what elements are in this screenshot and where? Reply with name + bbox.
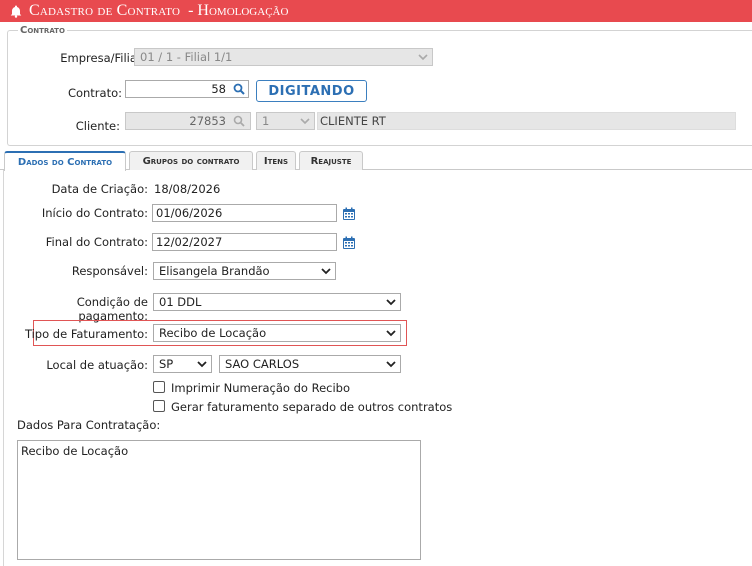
tipo-faturamento-value: Recibo de Locação: [159, 326, 267, 340]
local-label: Local de atuação:: [46, 358, 148, 372]
chevron-down-icon: [386, 330, 396, 337]
cliente-loja-select[interactable]: 1: [256, 112, 315, 130]
fieldset-legend: Contrato: [18, 25, 67, 36]
chevron-down-icon: [321, 268, 331, 275]
condicao-label: Condição de pagamento:: [76, 295, 148, 323]
numeracao-label: Imprimir Numeração do Recibo: [171, 381, 350, 395]
cliente-name-value: CLIENTE RT: [320, 114, 386, 128]
data-criacao-value: 18/08/2026: [154, 182, 221, 196]
panel-border: [3, 170, 4, 566]
condicao-select[interactable]: 01 DDL: [153, 293, 401, 311]
inicio-value: 01/06/2026: [156, 206, 223, 220]
chevron-down-icon: [386, 361, 396, 368]
responsavel-value: Elisangela Brandão: [159, 264, 270, 278]
separado-label: Gerar faturamento separado de outros con…: [171, 400, 453, 414]
cliente-loja-value: 1: [262, 114, 270, 128]
empresa-value: 01 / 1 - Filial 1/1: [140, 50, 233, 64]
tipo-faturamento-label: Tipo de Faturamento:: [24, 327, 148, 341]
inicio-date-input[interactable]: 01/06/2026: [152, 204, 337, 222]
responsavel-select[interactable]: Elisangela Brandão: [153, 262, 336, 280]
tab-reajuste[interactable]: Reajuste: [299, 151, 363, 170]
calendar-icon[interactable]: [342, 236, 356, 250]
responsavel-label: Responsável:: [71, 264, 148, 278]
chevron-down-icon: [418, 54, 428, 61]
contrato-value: 58: [211, 82, 226, 96]
chevron-down-icon: [300, 118, 310, 125]
dados-contratacao-value: Recibo de Locação: [21, 444, 129, 458]
tab-dados-contrato[interactable]: Dados do Contrato: [4, 151, 126, 171]
dados-contratacao-label: Dados Para Contratação:: [17, 418, 161, 432]
status-button[interactable]: DIGITANDO: [256, 80, 367, 102]
empresa-label: Empresa/Filial:: [60, 51, 144, 65]
separado-checkbox[interactable]: [153, 400, 165, 412]
cliente-label: Cliente:: [75, 119, 120, 133]
cliente-name-field: CLIENTE RT: [317, 112, 736, 130]
local-cidade-value: SAO CARLOS: [225, 357, 300, 371]
cliente-code-value: 27853: [189, 114, 226, 128]
tab-itens[interactable]: Itens: [256, 151, 296, 170]
data-criacao-label: Data de Criação:: [51, 182, 148, 196]
condicao-value: 01 DDL: [159, 295, 202, 309]
chevron-down-icon: [197, 361, 207, 368]
contrato-input[interactable]: 58: [125, 80, 249, 98]
calendar-icon[interactable]: [342, 207, 356, 221]
chevron-down-icon: [386, 299, 396, 306]
local-uf-select[interactable]: SP: [153, 355, 212, 373]
environment-label: - Homologação: [188, 2, 289, 19]
final-date-input[interactable]: 12/02/2027: [152, 233, 337, 251]
final-label: Final do Contrato:: [45, 235, 148, 249]
dados-contratacao-textarea[interactable]: Recibo de Locação: [17, 440, 421, 560]
tipo-faturamento-select[interactable]: Recibo de Locação: [153, 324, 401, 342]
page-title: Cadastro de Contrato: [29, 2, 181, 19]
numeracao-checkbox[interactable]: [153, 381, 165, 393]
search-icon[interactable]: [233, 83, 245, 95]
contrato-label: Contrato:: [67, 86, 122, 100]
title-bar: Cadastro de Contrato - Homologação: [0, 0, 752, 22]
final-value: 12/02/2027: [156, 235, 223, 249]
inicio-label: Início do Contrato:: [41, 206, 148, 220]
empresa-select[interactable]: 01 / 1 - Filial 1/1: [134, 48, 433, 66]
local-cidade-select[interactable]: SAO CARLOS: [219, 355, 401, 373]
local-uf-value: SP: [159, 357, 174, 371]
search-icon[interactable]: [233, 115, 245, 127]
bell-icon: [9, 4, 23, 18]
tab-grupos-contrato[interactable]: Grupos do contrato: [129, 151, 253, 170]
